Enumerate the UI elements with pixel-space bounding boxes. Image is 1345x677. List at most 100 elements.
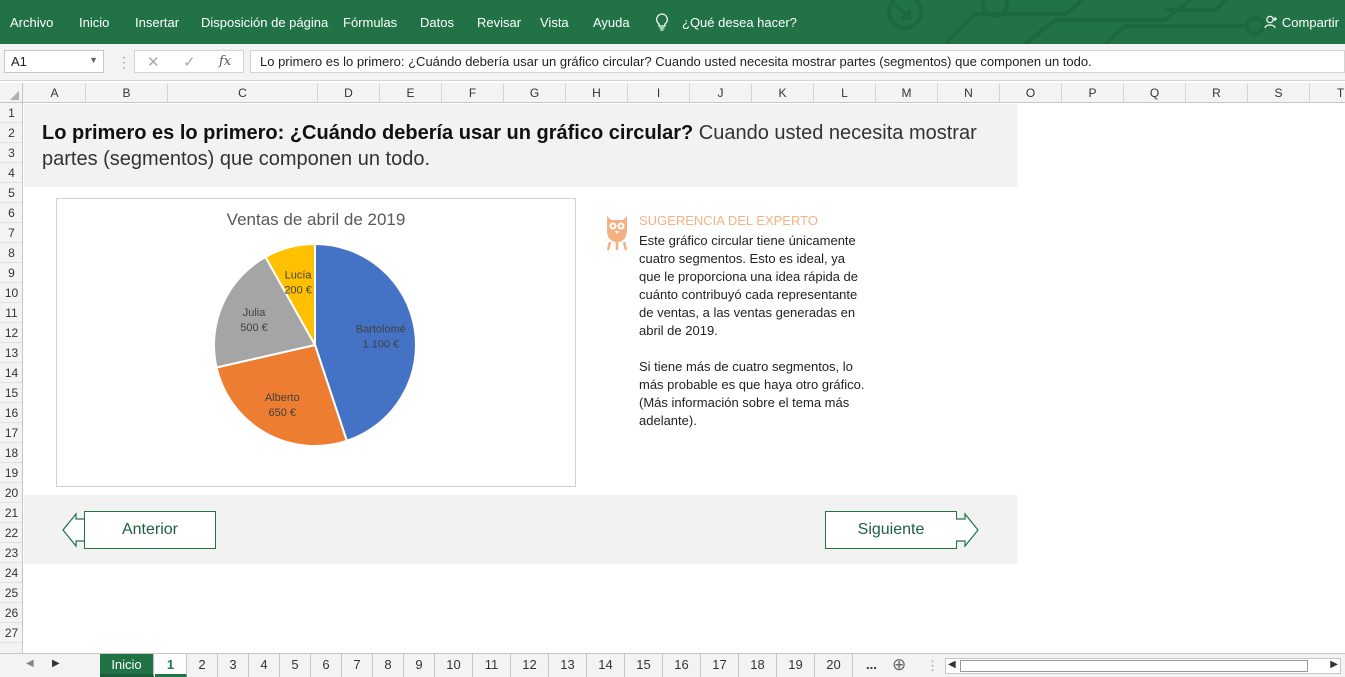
chevron-down-icon[interactable]: ▼: [89, 55, 98, 65]
name-box[interactable]: A1 ▼: [4, 50, 104, 73]
menu-inicio[interactable]: Inicio: [79, 15, 109, 30]
scroll-right-icon[interactable]: ▶: [1330, 659, 1338, 670]
sheet-tab[interactable]: 11: [473, 654, 511, 677]
sheet-tab[interactable]: 16: [663, 654, 701, 677]
row-header[interactable]: 8: [0, 243, 22, 263]
tell-me-search[interactable]: ¿Qué desea hacer?: [682, 15, 797, 30]
sheet-tab[interactable]: 9: [404, 654, 435, 677]
row-header[interactable]: 4: [0, 163, 22, 183]
column-header[interactable]: T: [1310, 83, 1345, 103]
row-header[interactable]: 24: [0, 563, 22, 583]
select-all-corner[interactable]: [0, 83, 23, 103]
scroll-tabs-left-icon[interactable]: ◀: [26, 658, 34, 669]
row-header[interactable]: 23: [0, 543, 22, 563]
sheet-tab[interactable]: 17: [701, 654, 739, 677]
sheet-tab[interactable]: 19: [777, 654, 815, 677]
sheet-tab[interactable]: 3: [218, 654, 249, 677]
column-header[interactable]: M: [876, 83, 938, 103]
row-header[interactable]: 26: [0, 603, 22, 623]
sheet-tab[interactable]: 6: [311, 654, 342, 677]
more-tabs-button[interactable]: ...: [866, 657, 877, 672]
column-header[interactable]: K: [752, 83, 814, 103]
row-header[interactable]: 13: [0, 343, 22, 363]
row-header[interactable]: 18: [0, 443, 22, 463]
next-button[interactable]: Siguiente: [825, 511, 979, 549]
column-header[interactable]: E: [380, 83, 442, 103]
column-header[interactable]: G: [504, 83, 566, 103]
row-header[interactable]: 7: [0, 223, 22, 243]
row-header[interactable]: 12: [0, 323, 22, 343]
sheet-tab[interactable]: 7: [342, 654, 373, 677]
row-header[interactable]: 5: [0, 183, 22, 203]
row-header[interactable]: 6: [0, 203, 22, 223]
menu-disposicion[interactable]: Disposición de página: [201, 15, 328, 30]
column-header[interactable]: J: [690, 83, 752, 103]
sheet-tab[interactable]: 15: [625, 654, 663, 677]
menu-vista[interactable]: Vista: [540, 15, 569, 30]
add-sheet-icon[interactable]: ⊕: [892, 655, 906, 675]
previous-button[interactable]: Anterior: [62, 511, 216, 549]
drag-handle-icon[interactable]: ⋮: [926, 658, 939, 674]
sheet-tab[interactable]: 4: [249, 654, 280, 677]
sheet-tab-inicio[interactable]: Inicio: [100, 654, 154, 677]
column-header[interactable]: B: [86, 83, 168, 103]
column-header[interactable]: S: [1248, 83, 1310, 103]
row-header[interactable]: 21: [0, 503, 22, 523]
column-header[interactable]: L: [814, 83, 876, 103]
menu-insertar[interactable]: Insertar: [135, 15, 179, 30]
sheet-tab[interactable]: 20: [815, 654, 853, 677]
worksheet[interactable]: Lo primero es lo primero: ¿Cuándo deberí…: [24, 104, 1345, 653]
sheet-tab[interactable]: 10: [435, 654, 473, 677]
column-header[interactable]: Q: [1124, 83, 1186, 103]
sheet-tab[interactable]: 2: [187, 654, 218, 677]
column-header[interactable]: H: [566, 83, 628, 103]
scroll-tabs-right-icon[interactable]: ▶: [52, 658, 60, 669]
sheet-tab[interactable]: 8: [373, 654, 404, 677]
row-header[interactable]: 11: [0, 303, 22, 323]
sheet-tab[interactable]: 14: [587, 654, 625, 677]
sheet-tab[interactable]: 5: [280, 654, 311, 677]
column-header[interactable]: A: [24, 83, 86, 103]
row-header[interactable]: 14: [0, 363, 22, 383]
share-button[interactable]: Compartir: [1264, 15, 1339, 30]
formula-input[interactable]: Lo primero es lo primero: ¿Cuándo deberí…: [250, 50, 1345, 73]
column-header[interactable]: D: [318, 83, 380, 103]
menu-datos[interactable]: Datos: [420, 15, 454, 30]
row-header[interactable]: 17: [0, 423, 22, 443]
menu-revisar[interactable]: Revisar: [477, 15, 521, 30]
column-header[interactable]: P: [1062, 83, 1124, 103]
cancel-icon[interactable]: ✕: [147, 53, 160, 71]
row-header[interactable]: 27: [0, 623, 22, 643]
row-header[interactable]: 10: [0, 283, 22, 303]
sheet-tab-1[interactable]: 1: [155, 654, 187, 677]
row-header[interactable]: 3: [0, 143, 22, 163]
column-header[interactable]: N: [938, 83, 1000, 103]
insert-function-icon[interactable]: fx: [219, 54, 231, 69]
row-header[interactable]: 25: [0, 583, 22, 603]
row-header[interactable]: 2: [0, 123, 22, 143]
row-header[interactable]: 19: [0, 463, 22, 483]
row-header[interactable]: 16: [0, 403, 22, 423]
horizontal-scrollbar[interactable]: ◀ ▶: [945, 658, 1341, 674]
row-header[interactable]: 9: [0, 263, 22, 283]
row-header[interactable]: 22: [0, 523, 22, 543]
row-header[interactable]: 1: [0, 103, 22, 123]
column-header[interactable]: I: [628, 83, 690, 103]
check-icon[interactable]: ✓: [183, 53, 196, 71]
menu-archivo[interactable]: Archivo: [10, 15, 53, 30]
row-header[interactable]: 20: [0, 483, 22, 503]
scrollbar-thumb[interactable]: [960, 660, 1308, 672]
pie-chart[interactable]: Ventas de abril de 2019 Bartolomé 1.100 €…: [56, 198, 576, 487]
sheet-tab[interactable]: 13: [549, 654, 587, 677]
column-header[interactable]: O: [1000, 83, 1062, 103]
row-header[interactable]: 15: [0, 383, 22, 403]
sheet-tab[interactable]: 12: [511, 654, 549, 677]
column-header[interactable]: C: [168, 83, 318, 103]
menu-formulas[interactable]: Fórmulas: [343, 15, 397, 30]
column-header[interactable]: F: [442, 83, 504, 103]
scroll-left-icon[interactable]: ◀: [948, 659, 956, 670]
drag-handle-icon[interactable]: ⋮: [117, 54, 131, 71]
column-header[interactable]: R: [1186, 83, 1248, 103]
menu-ayuda[interactable]: Ayuda: [593, 15, 630, 30]
sheet-tab[interactable]: 18: [739, 654, 777, 677]
